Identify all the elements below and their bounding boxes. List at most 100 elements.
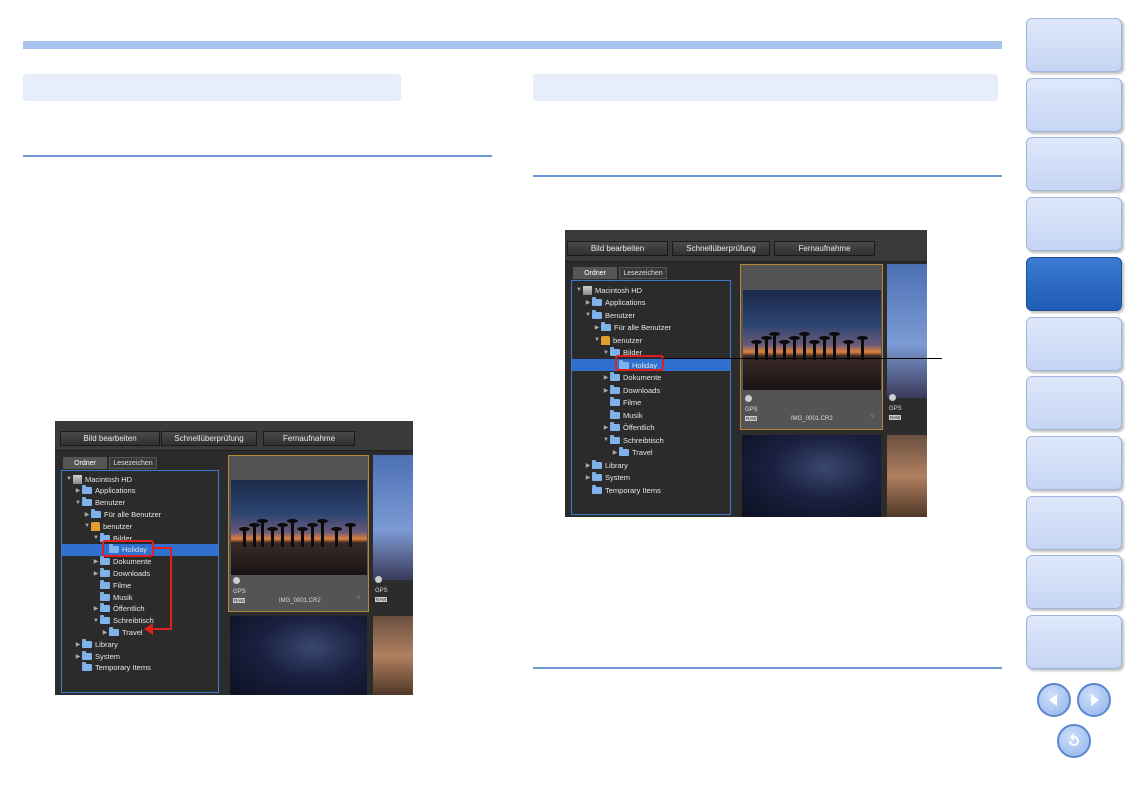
gps-icon: [889, 394, 896, 401]
tree-item-library[interactable]: ▶ Library: [572, 459, 730, 471]
chapter-tab-7[interactable]: [1026, 376, 1122, 431]
tree-item-dokumente[interactable]: ▶ Dokumente: [62, 556, 218, 568]
top-accent-bar: [23, 41, 1002, 49]
tree-item-filme[interactable]: Filme: [62, 579, 218, 591]
disclosure-arrow-icon[interactable]: ▶: [584, 299, 592, 306]
tree-item-applications[interactable]: ▶ Applications: [572, 297, 730, 309]
chapter-tab-10[interactable]: [1026, 555, 1122, 610]
toolbar-button-1[interactable]: Bild bearbeiten: [60, 431, 160, 446]
tree-item-musik[interactable]: Musik: [572, 409, 730, 421]
tree-item-benutzer[interactable]: ▼ Benutzer: [62, 497, 218, 509]
thumbnail-card[interactable]: GPS RAW IMG_0001.CR2 ☼: [228, 455, 369, 612]
tree-item-schreibtisch[interactable]: ▼ Schreibtisch: [62, 615, 218, 627]
thumbnail-card[interactable]: GPS RAW IMG_0001.CR2 ☼: [740, 264, 883, 430]
chapter-tab-8[interactable]: [1026, 435, 1122, 490]
chapter-tab-3[interactable]: [1026, 137, 1122, 192]
disclosure-arrow-icon[interactable]: ▼: [602, 437, 610, 443]
disclosure-arrow-icon[interactable]: ▼: [92, 618, 100, 624]
tree-crown: [317, 518, 328, 523]
disclosure-arrow-icon[interactable]: ▶: [83, 511, 91, 518]
disclosure-arrow-icon[interactable]: ▶: [92, 605, 100, 612]
tree-crown: [345, 522, 356, 527]
tree-item-öffentlich[interactable]: ▶ Öffentlich: [572, 422, 730, 434]
disclosure-arrow-icon[interactable]: ▼: [74, 500, 82, 506]
disclosure-arrow-icon[interactable]: ▼: [575, 287, 583, 293]
folder-icon: [610, 384, 620, 394]
tree-item-filme[interactable]: Filme: [572, 397, 730, 409]
disclosure-arrow-icon[interactable]: ▶: [584, 474, 592, 481]
disclosure-arrow-icon[interactable]: ▶: [101, 629, 109, 636]
disclosure-arrow-icon[interactable]: ▶: [74, 487, 82, 494]
tree-item-temporary-items[interactable]: Temporary Items: [62, 662, 218, 674]
night-sky-photo: [230, 616, 367, 695]
tree-item-für-alle-benutzer[interactable]: ▶ Für alle Benutzer: [62, 508, 218, 520]
tree-item-applications[interactable]: ▶ Applications: [62, 485, 218, 497]
toolbar-button-2[interactable]: Schnellüberprüfung: [672, 241, 770, 256]
prev-page-button[interactable]: [1037, 683, 1071, 717]
chapter-tab-5[interactable]: [1026, 256, 1122, 311]
disclosure-arrow-icon[interactable]: ▼: [584, 312, 592, 318]
disclosure-arrow-icon[interactable]: ▶: [92, 558, 100, 565]
toolbar-button-1[interactable]: Bild bearbeiten: [567, 241, 668, 256]
tab-ordner[interactable]: Ordner: [63, 457, 107, 469]
left-section-heading-bar: [23, 74, 401, 101]
tab-lesezeichen[interactable]: Lesezeichen: [619, 267, 667, 279]
disclosure-arrow-icon[interactable]: ▶: [74, 641, 82, 648]
disclosure-arrow-icon[interactable]: ▼: [83, 523, 91, 529]
disclosure-arrow-icon[interactable]: ▶: [602, 374, 610, 381]
disclosure-arrow-icon[interactable]: ▶: [611, 449, 619, 456]
tree-item-benutzer[interactable]: ▼ Benutzer: [572, 309, 730, 321]
tree-silhouette: [291, 522, 294, 547]
gps-icon: [375, 576, 382, 583]
disclosure-arrow-icon[interactable]: ▶: [74, 653, 82, 660]
folder-icon: [100, 579, 110, 589]
toolbar-button-3[interactable]: Fernaufnahme: [774, 241, 875, 256]
tree-item-benutzer[interactable]: ▼ benutzer: [572, 334, 730, 346]
toolbar-button-2[interactable]: Schnellüberprüfung: [161, 431, 257, 446]
disclosure-arrow-icon[interactable]: ▶: [602, 424, 610, 431]
tree-item-musik[interactable]: Musik: [62, 591, 218, 603]
disclosure-arrow-icon[interactable]: ▶: [602, 387, 610, 394]
next-page-button[interactable]: [1077, 683, 1111, 717]
tree-item-system[interactable]: ▶ System: [572, 472, 730, 484]
tree-item-travel[interactable]: ▶ Travel: [572, 447, 730, 459]
tree-item-dokumente[interactable]: ▶ Dokumente: [572, 372, 730, 384]
tree-crown: [809, 340, 820, 344]
tree-item-macintosh-hd[interactable]: ▼ Macintosh HD: [62, 473, 218, 485]
disclosure-arrow-icon[interactable]: ▶: [593, 324, 601, 331]
tree-silhouette: [311, 526, 314, 547]
disclosure-arrow-icon[interactable]: ▶: [584, 462, 592, 469]
tree-crown: [277, 522, 288, 527]
disclosure-arrow-icon[interactable]: ▼: [593, 337, 601, 343]
tab-lesezeichen[interactable]: Lesezeichen: [109, 457, 157, 469]
tree-item-temporary-items[interactable]: Temporary Items: [572, 484, 730, 496]
chapter-tab-1[interactable]: [1026, 18, 1122, 72]
tree-item-für-alle-benutzer[interactable]: ▶ Für alle Benutzer: [572, 322, 730, 334]
tree-item-benutzer[interactable]: ▼ benutzer: [62, 520, 218, 532]
tree-item-schreibtisch[interactable]: ▼ Schreibtisch: [572, 434, 730, 446]
tree-item-library[interactable]: ▶ Library: [62, 638, 218, 650]
disclosure-arrow-icon[interactable]: ▼: [92, 535, 100, 541]
tree-silhouette: [271, 530, 274, 547]
tree-item-label: Travel: [122, 628, 143, 638]
tree-item-travel[interactable]: ▶ Travel: [62, 626, 218, 638]
tree-item-macintosh-hd[interactable]: ▼ Macintosh HD: [572, 284, 730, 296]
right-section-heading-bar: [533, 74, 998, 101]
chapter-tab-4[interactable]: [1026, 197, 1122, 252]
tab-ordner[interactable]: Ordner: [573, 267, 617, 279]
return-button[interactable]: [1057, 724, 1091, 758]
chapter-tab-6[interactable]: [1026, 316, 1122, 371]
chapter-tab-9[interactable]: [1026, 495, 1122, 550]
chapter-tab-2[interactable]: [1026, 77, 1122, 132]
disclosure-arrow-icon[interactable]: ▶: [92, 570, 100, 577]
toolbar-button-3[interactable]: Fernaufnahme: [263, 431, 355, 446]
tree-item-öffentlich[interactable]: ▶ Öffentlich: [62, 603, 218, 615]
tree-item-system[interactable]: ▶ System: [62, 650, 218, 662]
chapter-tab-11[interactable]: [1026, 615, 1122, 669]
tree-crown: [307, 522, 318, 527]
tree-item-label: Dokumente: [623, 373, 662, 383]
disclosure-arrow-icon[interactable]: ▼: [65, 476, 73, 482]
disclosure-arrow-icon[interactable]: ▼: [602, 350, 610, 356]
tree-item-downloads[interactable]: ▶ Downloads: [572, 384, 730, 396]
tree-item-downloads[interactable]: ▶ Downloads: [62, 567, 218, 579]
